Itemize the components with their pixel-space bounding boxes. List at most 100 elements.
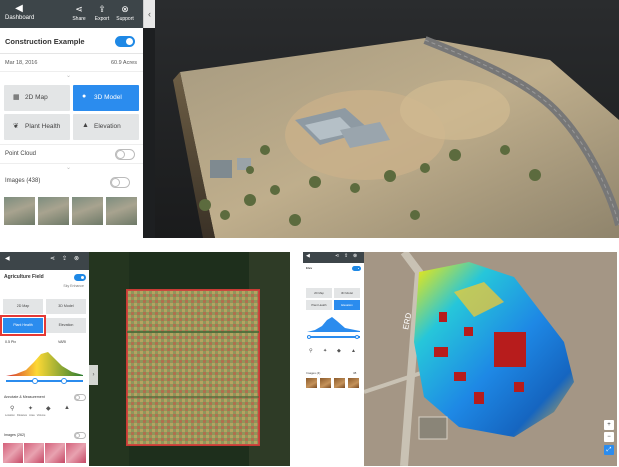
leaf-icon: ❦ (13, 123, 19, 130)
image-thumbnail[interactable] (106, 197, 137, 225)
export-icon: ⇪ (98, 4, 106, 14)
view-2d-map-button[interactable]: ▦ 2D Map (4, 85, 70, 111)
image-thumbnail[interactable] (66, 443, 86, 463)
area-icon[interactable]: ◆ (337, 348, 341, 354)
cube-icon: ● (82, 93, 87, 100)
view-plant-health-button[interactable]: Plant Health (0, 315, 46, 336)
project-visibility-toggle[interactable] (74, 274, 86, 281)
volume-icon[interactable]: ▲ (64, 405, 70, 411)
top-toolbar: ◀ Dashboard ⋖ Share ⇪ Export ⊗ Support (0, 0, 143, 28)
project-visibility-toggle[interactable] (115, 36, 135, 47)
elevation-sidebar: ◀ ⋖ ⇪ ⊗ Elev 2D Map 3D Model Plant Healt… (303, 252, 364, 466)
view-3d-model-button[interactable]: 3D Model (334, 288, 360, 298)
chevron-down-icon: ⌄ (66, 165, 72, 171)
images-count: 38 (353, 371, 357, 375)
plant-health-map (89, 252, 290, 466)
map-icon: ▦ (13, 94, 20, 101)
view-elevation-button[interactable]: ▲ Elevation (73, 114, 139, 140)
image-thumbnails (4, 197, 140, 225)
zoom-out-button[interactable]: − (604, 432, 614, 442)
enhance-label: Sky Enhance (63, 284, 84, 288)
volume-icon[interactable]: ▲ (351, 348, 356, 354)
area-acres: 60.9 Acres (111, 60, 137, 66)
view-2d-map-button[interactable]: 2D Map (3, 299, 43, 314)
location-pin-icon[interactable]: ⚲ (309, 348, 313, 354)
distance-icon[interactable]: ✦ (323, 348, 327, 354)
view-3d-model-button[interactable]: ● 3D Model (73, 85, 139, 111)
annotations-label: Annotate & Measurement (4, 395, 45, 399)
image-thumbnail[interactable] (348, 378, 359, 388)
export-icon[interactable]: ⇪ (344, 253, 348, 259)
3d-model-viewport[interactable] (155, 0, 619, 238)
mini-toolbar: ◀ ⋖ ⇪ ⊗ (0, 252, 89, 270)
distance-icon[interactable]: ✦ (28, 405, 33, 412)
view-elevation-button[interactable]: Elevation (46, 318, 86, 333)
view-elevation-button[interactable]: Elevation (334, 300, 360, 310)
view-plant-health-button[interactable]: Plant Health (306, 300, 332, 310)
share-icon[interactable]: ⋖ (50, 255, 55, 262)
zoom-in-button[interactable]: + (604, 420, 614, 430)
mountain-icon: ▲ (82, 122, 89, 129)
back-arrow-icon[interactable]: ◀ (306, 253, 310, 259)
view-3d-model-button[interactable]: 3D Model (46, 299, 86, 314)
image-thumbnail[interactable] (45, 443, 65, 463)
elevation-map: ERD (364, 252, 617, 466)
elevation-histogram (307, 317, 360, 332)
back-arrow-icon: ◀ (15, 3, 23, 14)
share-icon[interactable]: ⋖ (335, 253, 339, 259)
export-button[interactable]: ⇪ Export (91, 3, 113, 22)
project-title: Construction Example (5, 37, 85, 46)
project-sidebar: ◀ Dashboard ⋖ Share ⇪ Export ⊗ Support C… (0, 0, 143, 238)
support-button[interactable]: ⊗ Support (114, 3, 136, 22)
image-thumbnail[interactable] (4, 197, 35, 225)
image-thumbnail[interactable] (3, 443, 23, 463)
view-2d-map-button[interactable]: 2D Map (306, 288, 332, 298)
project-header: Construction Example (0, 28, 143, 54)
image-thumbnail[interactable] (72, 197, 103, 225)
area-icon[interactable]: ◆ (46, 405, 51, 412)
3d-site-model (173, 36, 619, 238)
view-plant-health-button[interactable]: ❦ Plant Health (4, 114, 70, 140)
health-histogram (6, 352, 83, 376)
image-thumbnail[interactable] (320, 378, 331, 388)
images-label: Images (262) (4, 433, 26, 437)
annotations-toggle[interactable] (74, 394, 86, 401)
collapse-sidebar-button[interactable]: › (89, 365, 98, 385)
export-icon[interactable]: ⇪ (62, 255, 67, 262)
image-thumbnail[interactable] (24, 443, 44, 463)
project-title: Agriculture Field (4, 274, 44, 280)
index-type[interactable]: VARI (58, 340, 66, 344)
image-thumbnail[interactable] (306, 378, 317, 388)
back-arrow-icon[interactable]: ◀ (5, 255, 10, 262)
project-meta: Mar 18, 2016 60.9 Acres (0, 54, 143, 72)
images-row: Images (438) (0, 172, 143, 192)
mini-toolbar: ◀ ⋖ ⇪ ⊗ (303, 252, 364, 263)
point-cloud-row: Point Cloud (0, 144, 143, 164)
project-visibility-toggle[interactable] (352, 266, 361, 271)
index-value: 0.5 Pix (5, 340, 16, 344)
image-thumbnail[interactable] (334, 378, 345, 388)
dashboard-back-button[interactable]: ◀ Dashboard (5, 3, 34, 21)
images-toggle[interactable] (74, 432, 86, 439)
support-icon[interactable]: ⊗ (74, 255, 79, 262)
elevation-screenshot: ERD + − ⤢ ◀ ⋖ ⇪ ⊗ Elev 2D Map 3D Model P… (303, 252, 617, 466)
image-thumbnail[interactable] (38, 197, 69, 225)
main-3d-screenshot: ◀ Dashboard ⋖ Share ⇪ Export ⊗ Support C… (0, 0, 619, 238)
chevron-down-icon: ⌄ (66, 73, 72, 79)
plant-health-screenshot: ◀ ⋖ ⇪ ⊗ Agriculture Field Sky Enhance 2D… (0, 252, 290, 466)
support-icon: ⊗ (121, 4, 129, 14)
images-toggle[interactable] (110, 177, 130, 188)
share-icon: ⋖ (75, 4, 83, 14)
capture-date: Mar 18, 2016 (5, 60, 38, 66)
collapse-sidebar-button[interactable]: ‹ (143, 0, 155, 28)
fullscreen-button[interactable]: ⤢ (604, 445, 614, 455)
project-title: Elev (306, 266, 313, 270)
plant-health-sidebar: ◀ ⋖ ⇪ ⊗ Agriculture Field Sky Enhance 2D… (0, 252, 89, 466)
share-button[interactable]: ⋖ Share (68, 3, 90, 22)
range-slider[interactable] (6, 378, 83, 384)
images-label: Images (4) (306, 371, 321, 375)
elevation-range-slider[interactable] (307, 335, 360, 339)
location-pin-icon[interactable]: ⚲ (10, 405, 14, 412)
point-cloud-toggle[interactable] (115, 149, 135, 160)
support-icon[interactable]: ⊗ (353, 253, 357, 259)
